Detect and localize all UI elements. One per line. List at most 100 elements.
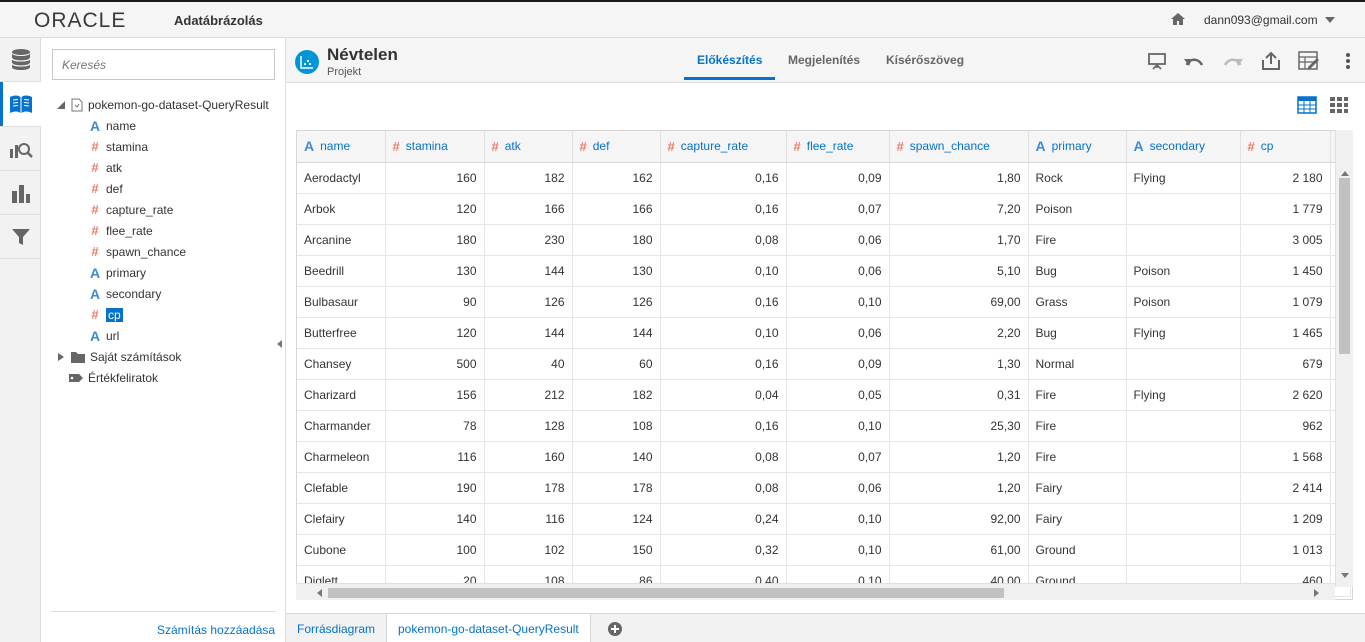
undo-button[interactable] [1183, 50, 1205, 72]
cell-atk: 144 [484, 317, 573, 349]
measure-icon: # [579, 138, 587, 154]
table-row[interactable]: Cubone 100 102 150 0,32 0,10 61,00 Ground 1 013 [297, 534, 1351, 566]
rail-filter-button[interactable] [0, 215, 41, 259]
project-title[interactable]: Névtelen [327, 45, 398, 65]
column-header-def[interactable]: # def [572, 131, 661, 163]
home-icon[interactable] [1170, 11, 1186, 27]
table-row[interactable]: Clefairy 140 116 124 0,24 0,10 92,00 Fairy 1 209 [297, 503, 1351, 535]
cell-primary: Bug [1028, 317, 1127, 349]
measure-icon: # [91, 181, 99, 196]
cell-capture_rate: 0,32 [660, 534, 787, 566]
cell-cp: 2 414 [1240, 472, 1331, 504]
cell-stamina: 120 [385, 317, 485, 349]
scroll-up-icon[interactable] [1341, 170, 1349, 178]
column-header-capture_rate[interactable]: # capture_rate [660, 131, 787, 163]
measure-icon: # [91, 223, 99, 238]
column-header-flee_rate[interactable]: # flee_rate [786, 131, 890, 163]
cell-stamina: 180 [385, 224, 485, 256]
field-cp[interactable]: # cp [88, 304, 123, 325]
user-menu[interactable]: dann093@gmail.com [1204, 13, 1318, 27]
column-header-primary[interactable]: Aprimary [1028, 131, 1127, 163]
table-row[interactable]: Chansey 500 40 60 0,16 0,09 1,30 Normal 679 [297, 348, 1351, 380]
table-row[interactable]: Charmander 78 128 108 0,16 0,10 25,30 Fire 962 [297, 410, 1351, 442]
add-tab-button[interactable] [608, 622, 622, 636]
field-secondary[interactable]: Asecondary [88, 283, 161, 304]
table-row[interactable]: Butterfree 120 144 144 0,10 0,06 2,20 Bug Flying… [297, 317, 1351, 349]
tab-narrate[interactable]: Kísérőszöveg [886, 53, 964, 67]
field-capture_rate[interactable]: # capture_rate [88, 199, 173, 220]
table-row[interactable]: Aerodactyl 160 182 162 0,16 0,09 1,80 Rock Flyin… [297, 162, 1351, 194]
field-spawn_chance[interactable]: # spawn_chance [88, 241, 186, 262]
grid-view-icon[interactable] [1329, 95, 1349, 115]
more-options-button[interactable] [1337, 50, 1359, 72]
field-primary[interactable]: Aprimary [88, 262, 146, 283]
cell-cp: 1 568 [1240, 441, 1331, 473]
scroll-down-icon[interactable] [1341, 571, 1349, 579]
column-header-stamina[interactable]: # stamina [385, 131, 485, 163]
vertical-scrollbar[interactable] [1335, 130, 1353, 587]
chevron-down-icon[interactable] [1324, 15, 1336, 25]
column-header-name[interactable]: Aname [297, 131, 386, 163]
value-labels-node[interactable]: Értékfeliratok [68, 367, 158, 388]
cell-name: Clefable [297, 472, 386, 504]
field-label: def [106, 181, 123, 196]
table-row[interactable]: Charmeleon 116 160 140 0,08 0,07 1,20 Fire 1 568 [297, 441, 1351, 473]
scroll-left-icon[interactable] [316, 589, 324, 597]
table-row[interactable]: Charizard 156 212 182 0,04 0,05 0,31 Fire Flying… [297, 379, 1351, 411]
cell-secondary: Flying [1126, 317, 1241, 349]
present-button[interactable] [1146, 50, 1168, 72]
cell-stamina: 78 [385, 410, 485, 442]
add-calculation-link[interactable]: Számítás hozzáadása [157, 623, 275, 637]
properties-button[interactable] [1298, 50, 1320, 72]
column-header-label: primary [1051, 139, 1092, 154]
column-header-cp[interactable]: # cp [1240, 131, 1331, 163]
column-header-spawn_chance[interactable]: # spawn_chance [889, 131, 1029, 163]
table-row[interactable]: Bulbasaur 90 126 126 0,16 0,10 69,00 Grass Poiso… [297, 286, 1351, 318]
cell-primary: Bug [1028, 255, 1127, 287]
rail-explore-button[interactable] [0, 127, 41, 171]
table-row[interactable]: Clefable 190 178 178 0,08 0,06 1,20 Fairy 2 414 [297, 472, 1351, 504]
caret-collapsed-icon[interactable] [56, 352, 66, 362]
cell-primary: Ground [1028, 534, 1127, 566]
column-header-label: stamina [405, 139, 448, 154]
horizontal-scroll-thumb[interactable] [328, 588, 1004, 598]
tab-visualize[interactable]: Megjelenítés [788, 53, 860, 67]
rail-data-button[interactable] [0, 38, 41, 82]
rail-book-button[interactable] [0, 82, 41, 127]
column-header-secondary[interactable]: Asecondary [1126, 131, 1241, 163]
column-header-label: cp [1260, 139, 1274, 154]
measure-icon: # [91, 139, 99, 154]
horizontal-scrollbar[interactable] [296, 583, 1335, 600]
field-stamina[interactable]: # stamina [88, 136, 148, 157]
collapse-panel-icon[interactable] [277, 340, 283, 348]
scroll-right-icon[interactable] [1312, 589, 1320, 597]
cell-spawn_chance: 1,30 [889, 348, 1029, 380]
oracle-logo: ORACLE [34, 9, 127, 32]
search-input[interactable] [52, 49, 275, 80]
tab-source-diagram[interactable]: Forrásdiagram [286, 614, 386, 642]
field-url[interactable]: Aurl [88, 325, 119, 346]
table-view-icon[interactable] [1297, 95, 1317, 115]
cell-flee_rate: 0,10 [786, 503, 890, 535]
field-flee_rate[interactable]: # flee_rate [88, 220, 152, 241]
table-row[interactable]: Arcanine 180 230 180 0,08 0,06 1,70 Fire 3 005 [297, 224, 1351, 256]
vertical-scroll-thumb[interactable] [1339, 178, 1350, 354]
export-button[interactable] [1260, 50, 1282, 72]
caret-expanded-icon[interactable] [56, 100, 66, 110]
field-atk[interactable]: # atk [88, 157, 122, 178]
column-header-atk[interactable]: # atk [484, 131, 573, 163]
cell-cp: 1 450 [1240, 255, 1331, 287]
field-name[interactable]: Aname [88, 115, 136, 136]
tab-dataset[interactable]: pokemon-go-dataset-QueryResult [386, 614, 591, 642]
field-def[interactable]: # def [88, 178, 123, 199]
data-table[interactable]: Aname # stamina # atk # def # capture_rate # flee_… [296, 130, 1353, 600]
my-calculations-node[interactable]: Saját számítások [56, 346, 181, 367]
table-row[interactable]: Arbok 120 166 166 0,16 0,07 7,20 Poison 1 779 [297, 193, 1351, 225]
cell-flee_rate: 0,06 [786, 472, 890, 504]
dataset-node[interactable]: pokemon-go-dataset-QueryResult [56, 94, 269, 115]
redo-button[interactable] [1222, 50, 1244, 72]
cell-cp: 1 013 [1240, 534, 1331, 566]
rail-chart-button[interactable] [0, 171, 41, 215]
table-row[interactable]: Beedrill 130 144 130 0,10 0,06 5,10 Bug Poison 1 … [297, 255, 1351, 287]
tab-prepare[interactable]: Előkészítés [697, 53, 762, 67]
